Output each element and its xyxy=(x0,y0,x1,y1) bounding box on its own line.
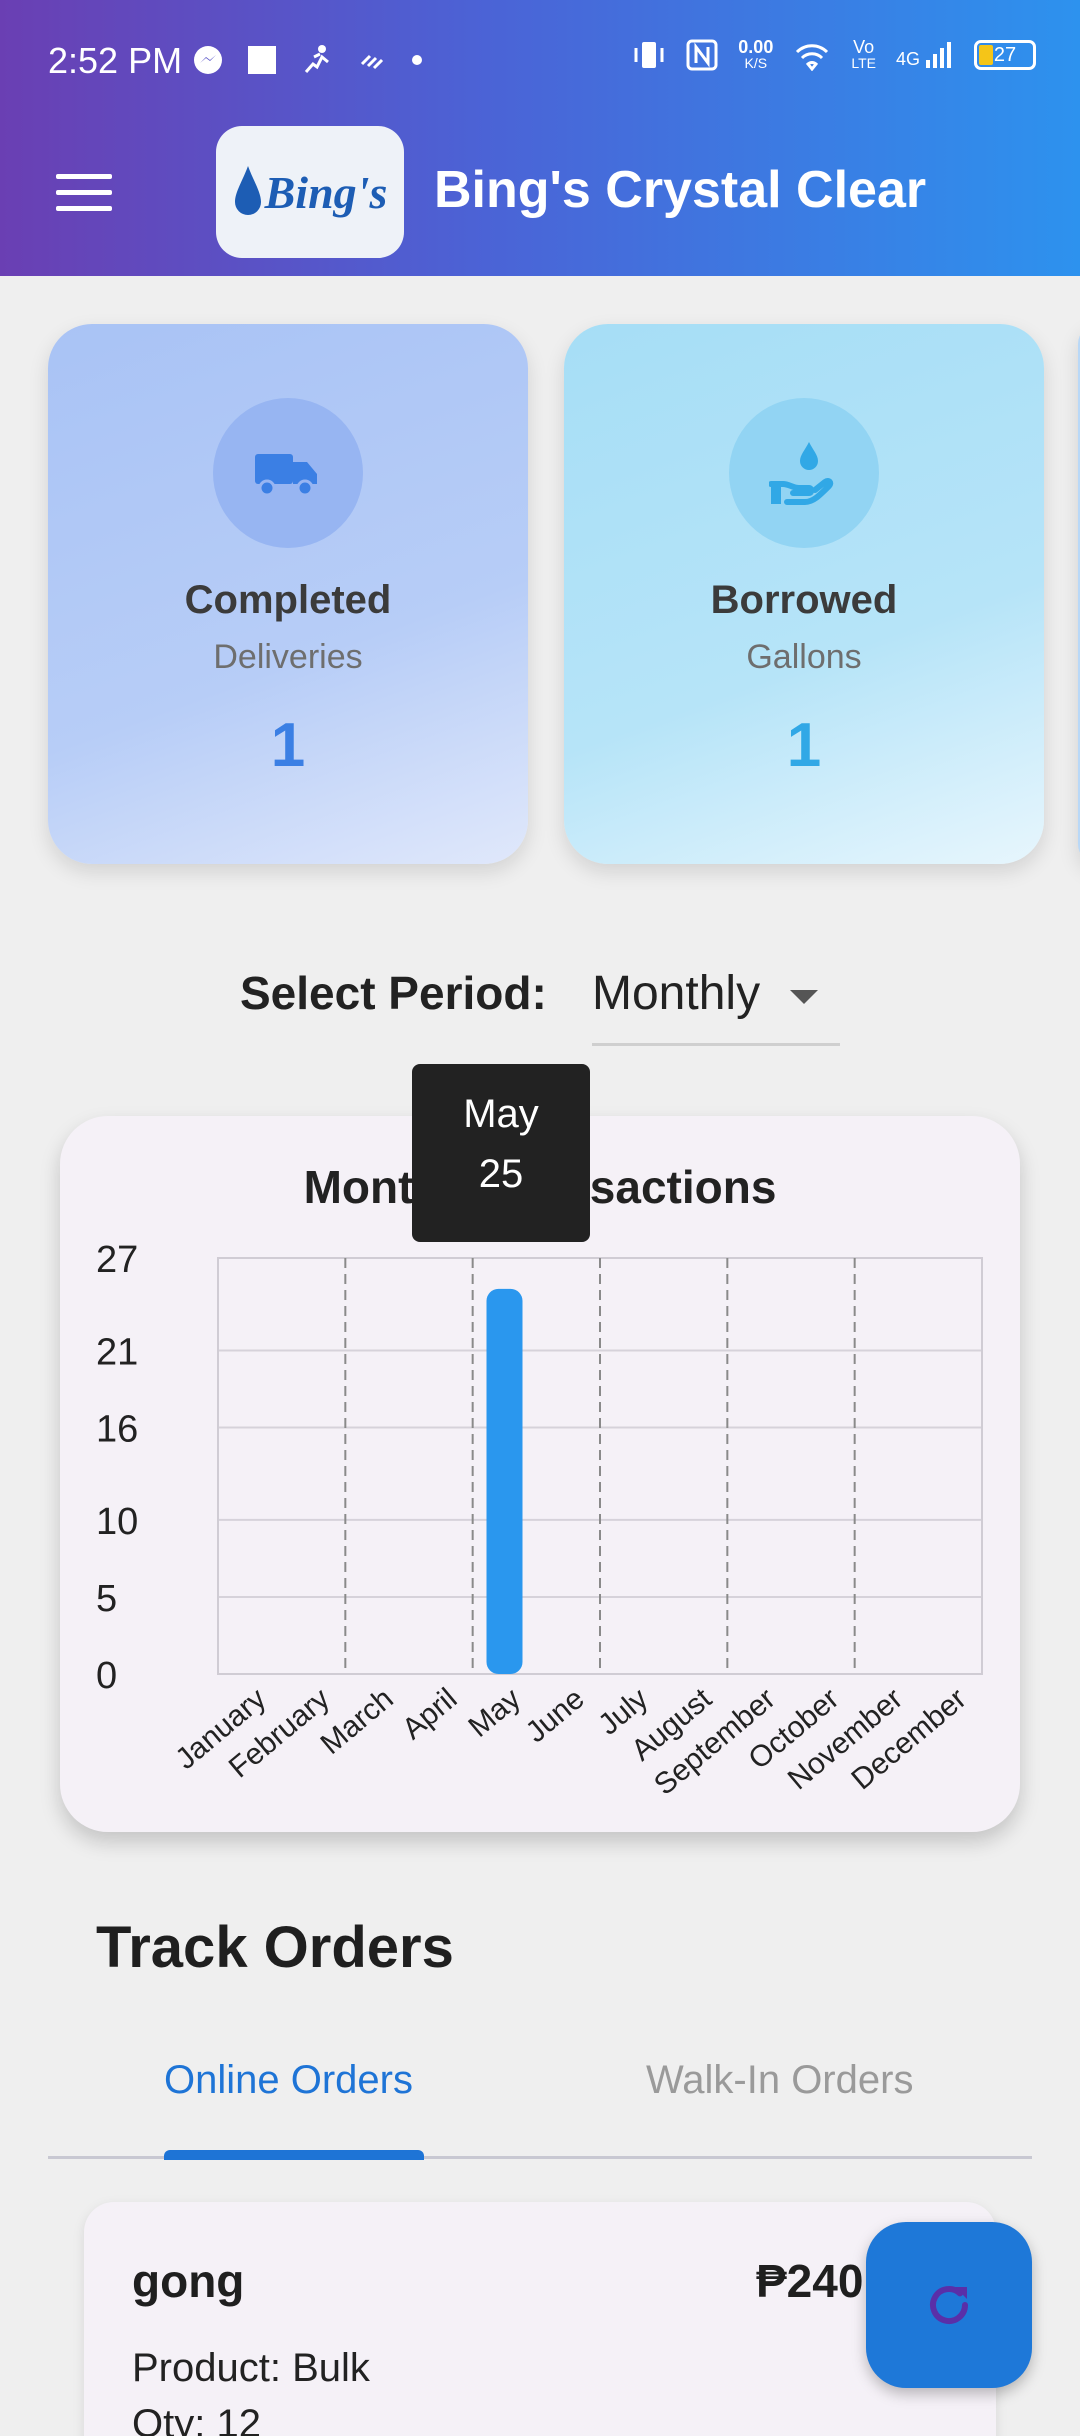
truck-icon xyxy=(255,454,317,497)
period-selected-value: Monthly xyxy=(592,967,761,1020)
track-orders-title: Track Orders xyxy=(96,1915,454,1980)
order-card[interactable]: gong ₱240 Product: Bulk Qty: 12 xyxy=(84,2202,996,2436)
tooltip-value: 25 xyxy=(478,1152,524,1196)
volte-top: Vo xyxy=(853,37,875,57)
battery-icon: 27 xyxy=(974,40,1036,70)
card-value: 1 xyxy=(786,711,822,780)
completed-deliveries-card[interactable]: Completed Deliveries 1 xyxy=(48,324,528,864)
y-tick-label: 0 xyxy=(96,1655,117,1697)
dot-icon xyxy=(412,55,422,65)
messenger-icon xyxy=(194,46,222,74)
y-tick-label: 21 xyxy=(96,1331,138,1373)
period-dropdown[interactable]: Monthly xyxy=(592,950,840,1046)
x-tick-label: March xyxy=(315,1682,400,1761)
order-customer-name: gong xyxy=(132,2255,245,2307)
borrowed-gallons-card[interactable]: Borrowed Gallons 1 xyxy=(564,324,1044,864)
app-logo: Bing's xyxy=(216,126,404,258)
running-icon xyxy=(304,45,329,73)
card-title: Borrowed xyxy=(710,578,898,622)
y-tick-label: 5 xyxy=(96,1578,117,1620)
signal-icon xyxy=(926,42,951,68)
x-tick-label: June xyxy=(520,1682,591,1749)
chart-tooltip: May 25 xyxy=(412,1064,590,1242)
tab-walk-in-orders[interactable]: Walk-In Orders xyxy=(646,2058,913,2103)
link-icon xyxy=(360,54,384,70)
menu-icon[interactable] xyxy=(56,174,112,214)
card-subtitle: Deliveries xyxy=(213,638,363,676)
app-title: Bing's Crystal Clear xyxy=(434,161,927,219)
x-tick-label: May xyxy=(462,1682,527,1744)
y-tick-label: 10 xyxy=(96,1501,138,1543)
square-icon xyxy=(248,46,276,74)
water-drop-logo-icon xyxy=(234,166,261,215)
card-subtitle: Gallons xyxy=(746,638,862,676)
order-qty: Qty: 12 xyxy=(132,2402,261,2436)
refresh-icon xyxy=(930,2286,968,2324)
logo-text: Bing's xyxy=(264,166,388,218)
network-speed: 0.00 xyxy=(738,37,774,57)
bar-may xyxy=(486,1288,523,1674)
battery-level: 27 xyxy=(993,44,1017,66)
refresh-button[interactable] xyxy=(866,2222,1032,2388)
order-price: ₱240 xyxy=(756,2255,864,2307)
tab-online-orders[interactable]: Online Orders xyxy=(164,2058,413,2103)
signal-type: 4G xyxy=(895,49,920,69)
status-time: 2:52 PM xyxy=(48,40,183,81)
status-bar: 2:52 PM 0.00 K/S Vo LTE 4G 27 xyxy=(0,28,1080,98)
tooltip-month: May xyxy=(463,1092,539,1136)
y-tick-label: 16 xyxy=(96,1408,138,1450)
tab-indicator xyxy=(164,2150,424,2160)
vibrate-icon xyxy=(634,42,664,68)
card-value: 1 xyxy=(270,711,306,780)
caret-down-icon xyxy=(790,990,818,1004)
network-unit: K/S xyxy=(744,55,768,71)
card-title: Completed xyxy=(184,578,392,622)
water-hand-icon xyxy=(769,442,834,505)
app-bar: 2:52 PM 0.00 K/S Vo LTE 4G 27 Bing's Bin… xyxy=(0,0,1080,276)
order-product: Product: Bulk xyxy=(132,2346,370,2390)
volte-bottom: LTE xyxy=(851,55,876,71)
wifi-icon xyxy=(796,44,829,71)
nfc-icon xyxy=(686,39,718,71)
y-tick-label: 27 xyxy=(96,1239,138,1281)
x-tick-label: April xyxy=(396,1682,463,1746)
period-label: Select Period: xyxy=(240,967,547,1019)
